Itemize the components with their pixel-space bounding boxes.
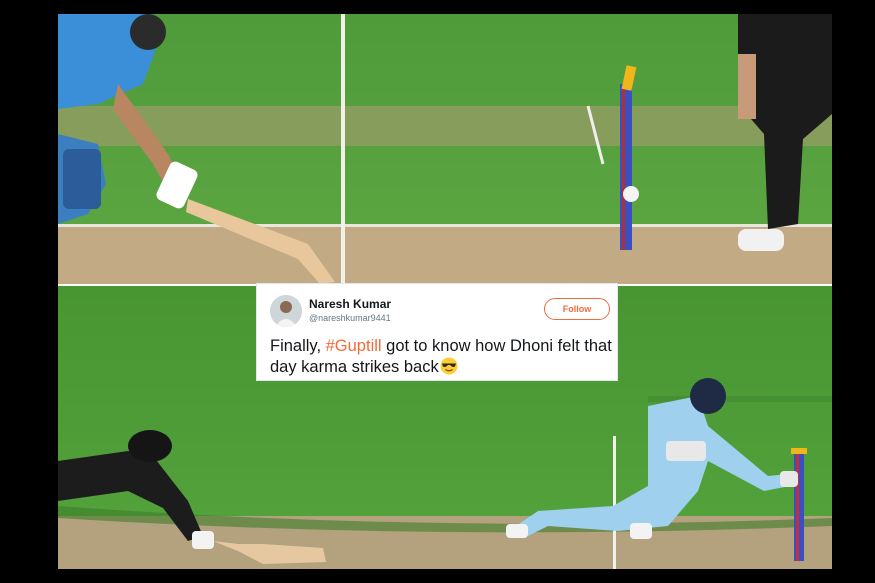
hashtag-link[interactable]: #Guptill xyxy=(326,337,382,355)
sunglasses-emoji-icon xyxy=(440,357,458,375)
user-handle[interactable]: @nareshkumar9441 xyxy=(309,313,391,323)
tweet-text: Finally, #Guptill got to know how Dhoni … xyxy=(270,336,615,378)
dhoni-run-out-photo xyxy=(58,14,832,284)
follow-button[interactable]: Follow xyxy=(544,298,610,320)
avatar[interactable] xyxy=(270,295,302,327)
user-name[interactable]: Naresh Kumar xyxy=(309,297,391,311)
tweet-text-before: Finally, xyxy=(270,337,326,355)
tweet-card: Naresh Kumar @nareshkumar9441 Follow Fin… xyxy=(256,283,618,381)
